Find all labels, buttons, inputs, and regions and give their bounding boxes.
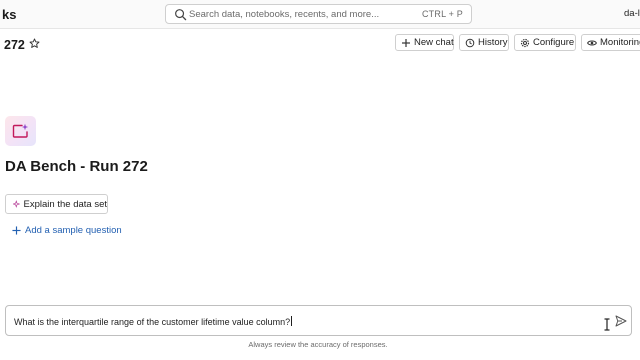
explain-dataset-label: Explain the data set (23, 198, 107, 210)
plus-icon (12, 226, 21, 235)
monitoring-label: Monitoring (600, 37, 640, 48)
genie-sparkle-icon (12, 123, 29, 138)
space-title: DA Bench - Run 272 (5, 158, 148, 175)
add-sample-question-link[interactable]: Add a sample question (12, 224, 122, 237)
send-icon[interactable] (615, 315, 627, 327)
gear-icon (520, 38, 530, 47)
global-search-box[interactable]: Search data, notebooks, recents, and mor… (165, 4, 472, 24)
new-chat-label: New chat (414, 37, 454, 48)
text-cursor-icon (604, 318, 610, 331)
configure-label: Configure (533, 37, 575, 48)
explain-dataset-button[interactable]: Explain the data set (5, 194, 108, 214)
accuracy-disclaimer: Always review the accuracy of responses. (248, 340, 388, 349)
sparkle-icon (13, 200, 20, 208)
search-shortcut: CTRL + P (421, 9, 463, 19)
space-logo (5, 116, 36, 146)
history-button[interactable]: History (459, 34, 509, 51)
page-title: 272 (4, 38, 25, 52)
eye-icon (587, 40, 597, 45)
top-bar: ks Search data, notebooks, recents, and … (0, 0, 640, 29)
chat-input-text[interactable]: What is the interquartile range of the c… (14, 316, 293, 327)
search-placeholder: Search data, notebooks, recents, and mor… (189, 9, 380, 20)
chat-input-value: What is the interquartile range of the c… (14, 317, 291, 327)
configure-button[interactable]: Configure (514, 34, 576, 51)
workspace-switcher[interactable]: da-l (624, 8, 640, 19)
chat-input[interactable]: What is the interquartile range of the c… (5, 305, 632, 336)
monitoring-button[interactable]: Monitoring (581, 34, 640, 51)
search-icon (175, 9, 187, 21)
new-chat-button[interactable]: New chat (395, 34, 454, 51)
history-icon (465, 38, 475, 47)
brand-label[interactable]: ks (2, 7, 16, 22)
text-caret (291, 316, 293, 326)
plus-icon (402, 38, 410, 47)
history-label: History (478, 37, 508, 48)
add-sample-question-label: Add a sample question (25, 225, 122, 236)
star-icon[interactable] (29, 38, 40, 49)
app-root: ks Search data, notebooks, recents, and … (0, 0, 640, 360)
